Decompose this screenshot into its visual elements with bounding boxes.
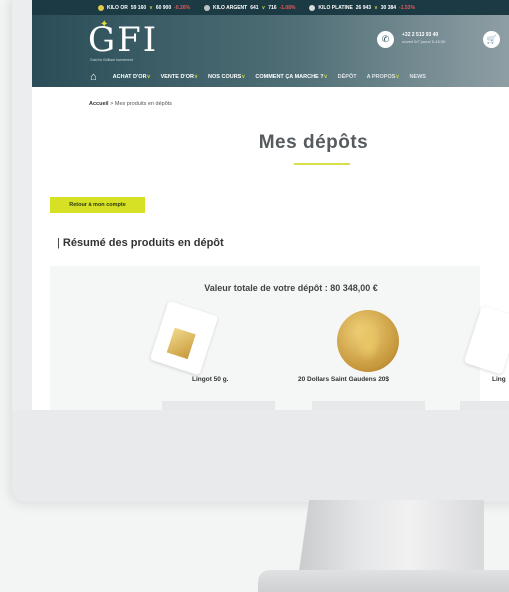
product-name: 20 Dollars Saint Gaudens 20$ [298,376,390,383]
main-nav: ⌂ ACHAT D'OR∨ VENTE D'OR∨ NOS COURS∨ COM… [32,67,509,87]
logo-star-icon: ✦ [100,19,109,30]
ticker-platinum-label: KILO PLATINE [318,4,353,11]
ticker-platinum-ask: 30 384 [380,4,397,11]
logo-tagline: Gold for Brilliant Investment [90,58,133,62]
chevron-down-icon: ∨ [194,74,199,80]
monitor-stand-base [258,570,509,592]
ticker-silver-ask: 716 [268,4,277,11]
ticker-platinum-change: -1.53% [399,4,415,11]
chevron-down-icon: ∨ [146,74,151,80]
gold-coin-image [337,310,399,372]
monitor-bezel [12,410,509,502]
ticker-gold: KILO OR 59 160 ∨ 60 900 -0.26% [98,4,190,11]
ticker-platinum: KILO PLATINE 26 943 ∨ 30 384 -1.53% [309,4,415,11]
nav-news[interactable]: NEWS [409,74,426,80]
back-to-account-button[interactable]: Retour à mon compte [50,197,145,213]
chevron-down-icon: ∨ [323,74,328,80]
gold-bar-icon [166,327,196,360]
quantity-row [162,401,275,410]
title-underline [294,163,350,165]
phone-icon[interactable]: ✆ [377,31,394,48]
breadcrumb-separator: > [110,101,114,107]
phone-number[interactable]: +32 2 513 93 40 [402,32,438,38]
opening-hours: ouvert 5/7 jours/ 9-16:30 [402,39,446,44]
down-arrow-icon: ∨ [261,4,266,11]
ticker-gold-change: -0.26% [174,4,190,11]
nav-vente-dor[interactable]: VENTE D'OR∨ [161,74,198,80]
price-ticker: KILO OR 59 160 ∨ 60 900 -0.26% KILO ARGE… [32,0,509,15]
breadcrumb-current: Mes produits en dépôts [114,101,173,107]
ticker-gold-ask: 60 900 [155,4,172,11]
quantity-row [460,401,509,410]
chevron-down-icon: ∨ [241,74,246,80]
down-arrow-icon: ∨ [374,4,378,11]
home-icon[interactable]: ⌂ [90,71,97,83]
ticker-silver-label: KILO ARGENT [212,4,248,11]
page-title: Mes dépôts [258,132,369,153]
breadcrumb: Accueil > Mes produits en dépôts [89,101,172,107]
ticker-silver-bid: 641 [250,4,259,11]
down-arrow-icon: ∨ [149,4,153,11]
nav-nos-cours[interactable]: NOS COURS∨ [208,74,245,80]
gold-dot-icon [98,4,104,11]
silver-dot-icon [203,4,210,11]
monitor-stand-neck [298,500,484,578]
section-title: | Résumé des produits en dépôt [57,237,224,249]
cart-icon[interactable]: 🛒 [483,31,500,48]
ticker-platinum-bid: 26 943 [355,4,372,11]
nav-achat-dor[interactable]: ACHAT D'OR∨ [113,74,151,80]
deposit-total: Valeur totale de votre dépôt : 80 348,00… [204,283,378,293]
logo[interactable]: GFI [88,20,158,60]
chevron-down-icon: ∨ [395,74,400,80]
ticker-gold-bid: 59 160 [130,4,147,11]
product-name: Lingot 50 g. [192,376,229,383]
platinum-dot-icon [309,4,316,11]
nav-a-propos[interactable]: A PROPOS∨ [367,74,400,80]
ticker-gold-label: KILO OR [107,4,128,11]
nav-depot[interactable]: DÉPÔT [338,74,357,80]
product-name: Ling [492,376,506,383]
ticker-silver: KILO ARGENT 641 ∨ 716 -1.08% [203,4,296,11]
breadcrumb-home[interactable]: Accueil [89,101,109,107]
nav-comment-ca-marche[interactable]: COMMENT ÇA MARCHE ?∨ [255,74,327,80]
ticker-silver-change: -1.08% [279,4,296,11]
quantity-row [312,401,425,410]
